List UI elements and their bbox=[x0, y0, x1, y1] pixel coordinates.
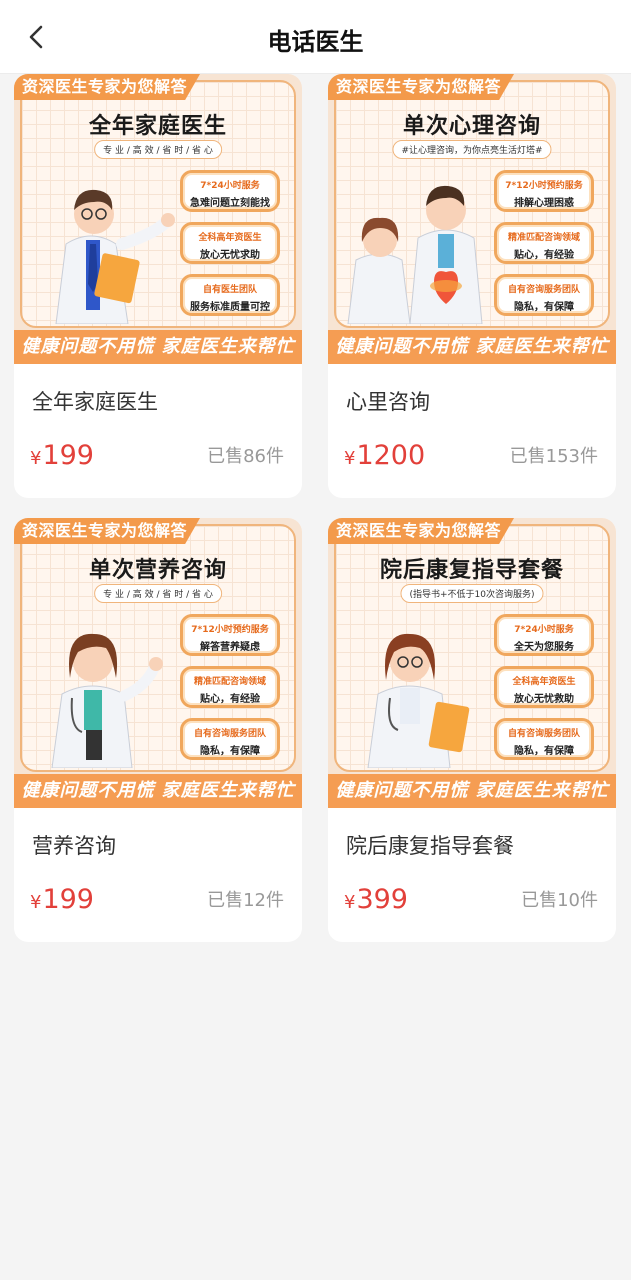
banner-title: 单次心理咨询 bbox=[402, 114, 541, 139]
feature-pill: 7*24小时服务 急难问题立刻能找 bbox=[180, 170, 280, 212]
sold-count: 已售10件 bbox=[521, 890, 598, 911]
banner-subtitle: 专 业 / 高 效 / 省 时 / 省 心 bbox=[94, 140, 222, 159]
feature-pill: 全科高年资医生 放心无忧救助 bbox=[494, 666, 594, 708]
banner-title: 院后康复指导套餐 bbox=[379, 558, 564, 583]
banner-slogan: 健康问题不用慌 家庭医生来帮忙 bbox=[328, 330, 616, 364]
feature-pill: 精准匹配咨询领域 贴心，有经验 bbox=[180, 666, 280, 708]
product-card-psych-consult[interactable]: 资深医生专家为您解答 单次心理咨询 #让心理咨询，为你点亮生活灯塔# 7*12小… bbox=[328, 74, 616, 498]
banner-slogan: 健康问题不用慌 家庭医生来帮忙 bbox=[14, 774, 302, 808]
product-card-family-doctor[interactable]: 资深医生专家为您解答 全年家庭医生 专 业 / 高 效 / 省 时 / 省 心 … bbox=[14, 74, 302, 498]
banner-subtitle: #让心理咨询，为你点亮生活灯塔# bbox=[392, 140, 552, 159]
price-value: 199 bbox=[42, 440, 94, 471]
product-name: 院后康复指导套餐 bbox=[346, 834, 514, 858]
currency-symbol: ¥ bbox=[344, 892, 356, 913]
banner-subtitle: 专 业 / 高 效 / 省 时 / 省 心 bbox=[94, 584, 222, 603]
feature-pill: 自有咨询服务团队 隐私，有保障 bbox=[180, 718, 280, 760]
price-value: 399 bbox=[356, 884, 408, 915]
banner-ribbon: 资深医生专家为您解答 bbox=[328, 74, 514, 100]
currency-symbol: ¥ bbox=[344, 448, 356, 469]
app-header: 电话医生 bbox=[0, 0, 631, 74]
banner-ribbon: 资深医生专家为您解答 bbox=[14, 74, 200, 100]
product-card-rehab-package[interactable]: 资深医生专家为您解答 院后康复指导套餐 (指导书+不低于10次咨询服务) 7*2… bbox=[328, 518, 616, 942]
price-value: 199 bbox=[42, 884, 94, 915]
feature-pill: 7*24小时服务 全天为您服务 bbox=[494, 614, 594, 656]
sold-count: 已售153件 bbox=[509, 446, 598, 467]
feature-pill: 自有咨询服务团队 隐私，有保障 bbox=[494, 718, 594, 760]
banner-ribbon: 资深医生专家为您解答 bbox=[328, 518, 514, 544]
female-doctor-illustration bbox=[36, 608, 186, 769]
sold-count: 已售12件 bbox=[207, 890, 284, 911]
product-banner: 资深医生专家为您解答 全年家庭医生 专 业 / 高 效 / 省 时 / 省 心 … bbox=[14, 74, 302, 364]
product-name: 心里咨询 bbox=[346, 390, 430, 414]
product-banner: 资深医生专家为您解答 单次营养咨询 专 业 / 高 效 / 省 时 / 省 心 … bbox=[14, 518, 302, 808]
banner-title: 全年家庭医生 bbox=[88, 114, 227, 139]
product-card-nutrition-consult[interactable]: 资深医生专家为您解答 单次营养咨询 专 业 / 高 效 / 省 时 / 省 心 … bbox=[14, 518, 302, 942]
product-name: 全年家庭医生 bbox=[32, 390, 158, 414]
product-banner: 资深医生专家为您解答 单次心理咨询 #让心理咨询，为你点亮生活灯塔# 7*12小… bbox=[328, 74, 616, 364]
product-price: ¥199 bbox=[30, 440, 94, 471]
page-title: 电话医生 bbox=[267, 28, 364, 56]
feature-pill: 自有医生团队 服务标准质量可控 bbox=[180, 274, 280, 316]
product-price: ¥399 bbox=[344, 884, 408, 915]
product-banner: 资深医生专家为您解答 院后康复指导套餐 (指导书+不低于10次咨询服务) 7*2… bbox=[328, 518, 616, 808]
product-name: 营养咨询 bbox=[32, 834, 116, 858]
feature-pill: 7*12小时预约服务 解答营养疑虑 bbox=[180, 614, 280, 656]
male-doctor-illustration bbox=[36, 164, 186, 325]
feature-pill: 精准匹配咨询领域 贴心，有经验 bbox=[494, 222, 594, 264]
female-doctor-glasses-illustration bbox=[350, 608, 500, 769]
feature-pill: 7*12小时预约服务 排解心理困惑 bbox=[494, 170, 594, 212]
product-price: ¥199 bbox=[30, 884, 94, 915]
banner-slogan: 健康问题不用慌 家庭医生来帮忙 bbox=[14, 330, 302, 364]
banner-subtitle: (指导书+不低于10次咨询服务) bbox=[400, 584, 544, 603]
sold-count: 已售86件 bbox=[207, 446, 284, 467]
price-value: 1200 bbox=[356, 440, 426, 471]
banner-ribbon: 资深医生专家为您解答 bbox=[14, 518, 200, 544]
currency-symbol: ¥ bbox=[30, 448, 42, 469]
doctor-pair-illustration bbox=[340, 164, 510, 325]
feature-pill: 全科高年资医生 放心无忧求助 bbox=[180, 222, 280, 264]
product-price: ¥1200 bbox=[344, 440, 425, 471]
currency-symbol: ¥ bbox=[30, 892, 42, 913]
banner-title: 单次营养咨询 bbox=[88, 558, 227, 583]
feature-pill: 自有咨询服务团队 隐私，有保障 bbox=[494, 274, 594, 316]
banner-slogan: 健康问题不用慌 家庭医生来帮忙 bbox=[328, 774, 616, 808]
